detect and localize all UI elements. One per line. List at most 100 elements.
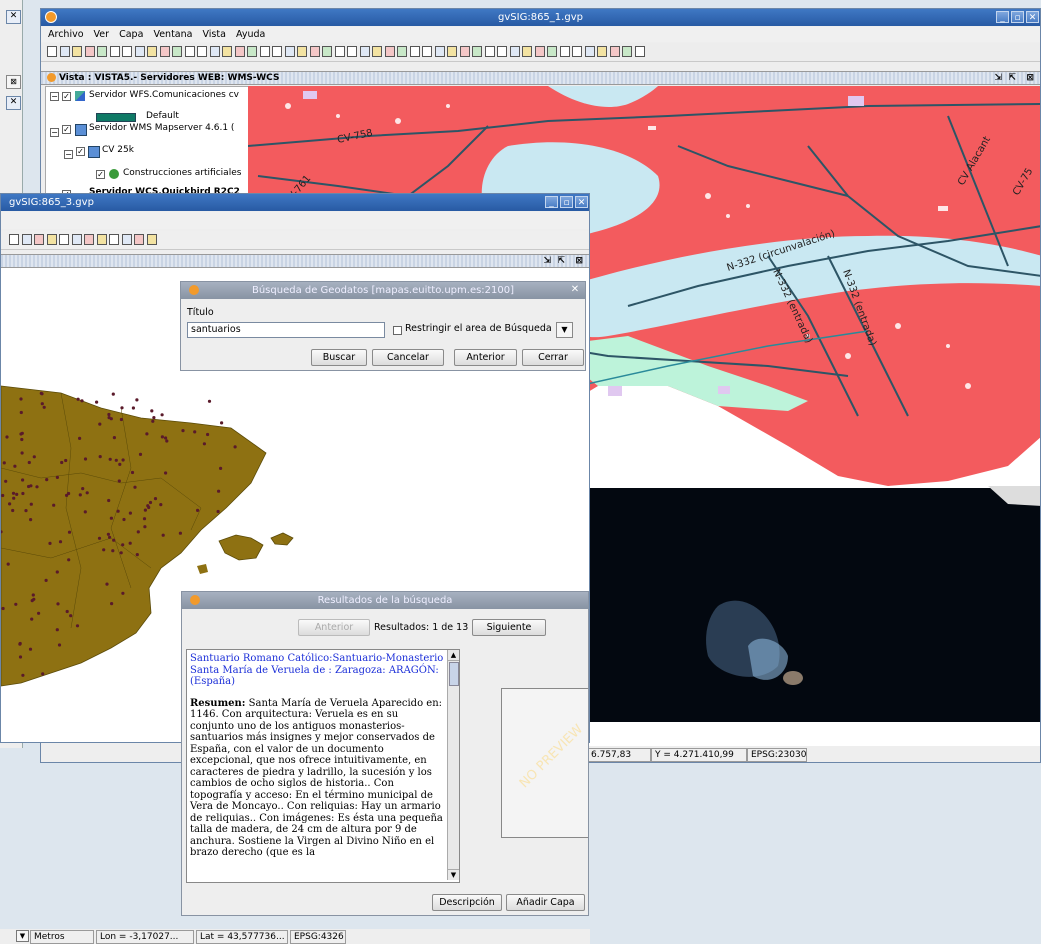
vertical-scrollbar[interactable]: ▲ ▼ — [447, 650, 459, 880]
buscar-button[interactable]: Buscar — [311, 349, 367, 366]
view-titlebar[interactable]: Vista : VISTA5.- Servidores WEB: WMS-WCS… — [41, 71, 1040, 85]
toolbar-tool-icon[interactable] — [146, 234, 157, 245]
toolbar-tool-icon[interactable] — [46, 234, 57, 245]
toolbar-tool-icon[interactable] — [484, 46, 495, 57]
toc-layer-cv25k[interactable]: CV 25k — [102, 145, 134, 155]
window-titlebar[interactable]: gvSIG:865_3.gvp _ ▫ ✕ — [1, 194, 589, 211]
scroll-thumb[interactable] — [449, 662, 459, 686]
menu-capa[interactable]: Capa — [119, 29, 143, 40]
toolbar-tool-icon[interactable] — [422, 46, 432, 57]
toolbar-tool-icon[interactable] — [109, 234, 119, 245]
toolbar-tool-icon[interactable] — [96, 234, 107, 245]
toolbar-tool-icon[interactable] — [71, 234, 82, 245]
toolbar-tool-icon[interactable] — [559, 46, 570, 57]
menu-ventana[interactable]: Ventana — [153, 29, 192, 40]
scroll-down-arrow-icon[interactable]: ▼ — [448, 869, 459, 880]
view-restore-icon[interactable]: ⇲ — [543, 255, 551, 267]
toolbar-tool-icon[interactable] — [209, 46, 220, 57]
view-restore-icon[interactable]: ⇲ — [994, 72, 1002, 84]
toolbar-tool-icon[interactable] — [372, 46, 382, 57]
view-close-icon[interactable]: ⊠ — [1026, 72, 1034, 84]
layer-checkbox[interactable]: ✓ — [96, 170, 105, 179]
title-search-input[interactable]: santuarios — [187, 322, 385, 338]
units-select[interactable]: Metros — [30, 930, 94, 944]
toolbar-tool-icon[interactable] — [359, 46, 370, 57]
toolbar-tool-icon[interactable] — [622, 46, 632, 57]
view-titlebar[interactable]: ⇲ ⇱ ⊠ — [1, 254, 589, 268]
toolbar-tool-icon[interactable] — [159, 46, 170, 57]
close-button[interactable]: ✕ — [575, 196, 588, 208]
restrict-area-checkbox[interactable] — [393, 326, 402, 335]
minimize-button[interactable]: _ — [996, 11, 1009, 23]
toolbar-tool-icon[interactable] — [197, 46, 207, 57]
toolbar-tool-icon[interactable] — [572, 46, 582, 57]
toc-layer-wms[interactable]: Servidor WMS Mapserver 4.6.1 ( — [89, 123, 234, 133]
toolbar-tool-icon[interactable] — [434, 46, 445, 57]
toolbar-tool-icon[interactable] — [309, 46, 320, 57]
expand-icon[interactable]: − — [64, 150, 73, 159]
toolbar-tool-icon[interactable] — [59, 234, 69, 245]
bg-close-icon-2[interactable]: ✕ — [6, 96, 21, 110]
cancelar-button[interactable]: Cancelar — [372, 349, 444, 366]
cerrar-button[interactable]: Cerrar — [522, 349, 584, 366]
toolbar-tool-icon[interactable] — [34, 234, 44, 245]
toolbar-tool-icon[interactable] — [509, 46, 520, 57]
toolbar-tool-icon[interactable] — [97, 46, 107, 57]
toolbar-tool-icon[interactable] — [322, 46, 332, 57]
toolbar-tool-icon[interactable] — [472, 46, 482, 57]
expand-icon[interactable]: − — [50, 128, 59, 137]
close-button[interactable]: ✕ — [1026, 11, 1039, 23]
toolbar-tool-icon[interactable] — [122, 46, 132, 57]
toolbar-tool-icon[interactable] — [534, 46, 545, 57]
result-title-link[interactable]: Santuario Romano Católico:Santuario-Mona… — [190, 653, 445, 688]
next-result-button[interactable]: Siguiente — [472, 619, 546, 636]
add-layer-button[interactable]: Añadir Capa — [506, 894, 585, 911]
toolbar-tool-icon[interactable] — [121, 234, 132, 245]
maximize-button[interactable]: ▫ — [560, 196, 573, 208]
maximize-button[interactable]: ▫ — [1011, 11, 1024, 23]
toolbar-tool-icon[interactable] — [272, 46, 282, 57]
menu-vista[interactable]: Vista — [203, 29, 226, 40]
toolbar-tool-icon[interactable] — [172, 46, 182, 57]
toolbar-tool-icon[interactable] — [334, 46, 345, 57]
toolbar-tool-icon[interactable] — [297, 46, 307, 57]
layer-checkbox[interactable]: ✓ — [62, 125, 71, 134]
toolbar-tool-icon[interactable] — [609, 46, 620, 57]
toolbar-tool-icon[interactable] — [634, 46, 645, 57]
toolbar-tool-icon[interactable] — [259, 46, 270, 57]
toolbar-tool-icon[interactable] — [21, 234, 32, 245]
toolbar-tool-icon[interactable] — [47, 46, 57, 57]
toolbar-tool-icon[interactable] — [447, 46, 457, 57]
toolbar-tool-icon[interactable] — [84, 46, 95, 57]
toc-layer-wfs[interactable]: Servidor WFS.Comunicaciones cv — [89, 90, 239, 100]
result-text-area[interactable]: Santuario Romano Católico:Santuario-Mona… — [186, 649, 460, 883]
descripcion-button[interactable]: Descripción — [432, 894, 502, 911]
window-titlebar[interactable]: gvSIG:865_1.gvp _ ▫ ✕ — [41, 9, 1040, 26]
toolbar-tool-icon[interactable] — [497, 46, 507, 57]
dialog-titlebar[interactable]: Resultados de la búsqueda — [182, 592, 588, 609]
toolbar-tool-icon[interactable] — [284, 46, 295, 57]
toolbar-tool-icon[interactable] — [59, 46, 70, 57]
menu-ver[interactable]: Ver — [94, 29, 110, 40]
dialog-close-button[interactable]: ✕ — [568, 284, 582, 296]
toolbar-tool-icon[interactable] — [397, 46, 407, 57]
toolbar-tool-icon[interactable] — [72, 46, 82, 57]
toolbar-tool-icon[interactable] — [84, 234, 94, 245]
toolbar-tool-icon[interactable] — [109, 46, 120, 57]
expand-arrow-icon[interactable]: ▼ — [556, 322, 573, 338]
toolbar-tool-icon[interactable] — [134, 234, 144, 245]
minimize-button[interactable]: _ — [545, 196, 558, 208]
view-close-icon[interactable]: ⊠ — [575, 255, 583, 267]
layer-checkbox[interactable]: ✓ — [62, 92, 71, 101]
toolbar-tool-icon[interactable] — [384, 46, 395, 57]
bg-restore-icon[interactable]: ⊠ — [6, 75, 21, 89]
expand-icon[interactable]: − — [50, 92, 59, 101]
menu-archivo[interactable]: Archivo — [48, 29, 84, 40]
dialog-titlebar[interactable]: Búsqueda de Geodatos [mapas.euitto.upm.e… — [181, 282, 585, 299]
toolbar-tool-icon[interactable] — [222, 46, 232, 57]
bg-close-icon[interactable]: ✕ — [6, 10, 21, 24]
view-maximize-icon[interactable]: ⇱ — [557, 255, 565, 267]
toolbar-tool-icon[interactable] — [584, 46, 595, 57]
prev-result-button[interactable]: Anterior — [298, 619, 370, 636]
toolbar-tool-icon[interactable] — [522, 46, 532, 57]
